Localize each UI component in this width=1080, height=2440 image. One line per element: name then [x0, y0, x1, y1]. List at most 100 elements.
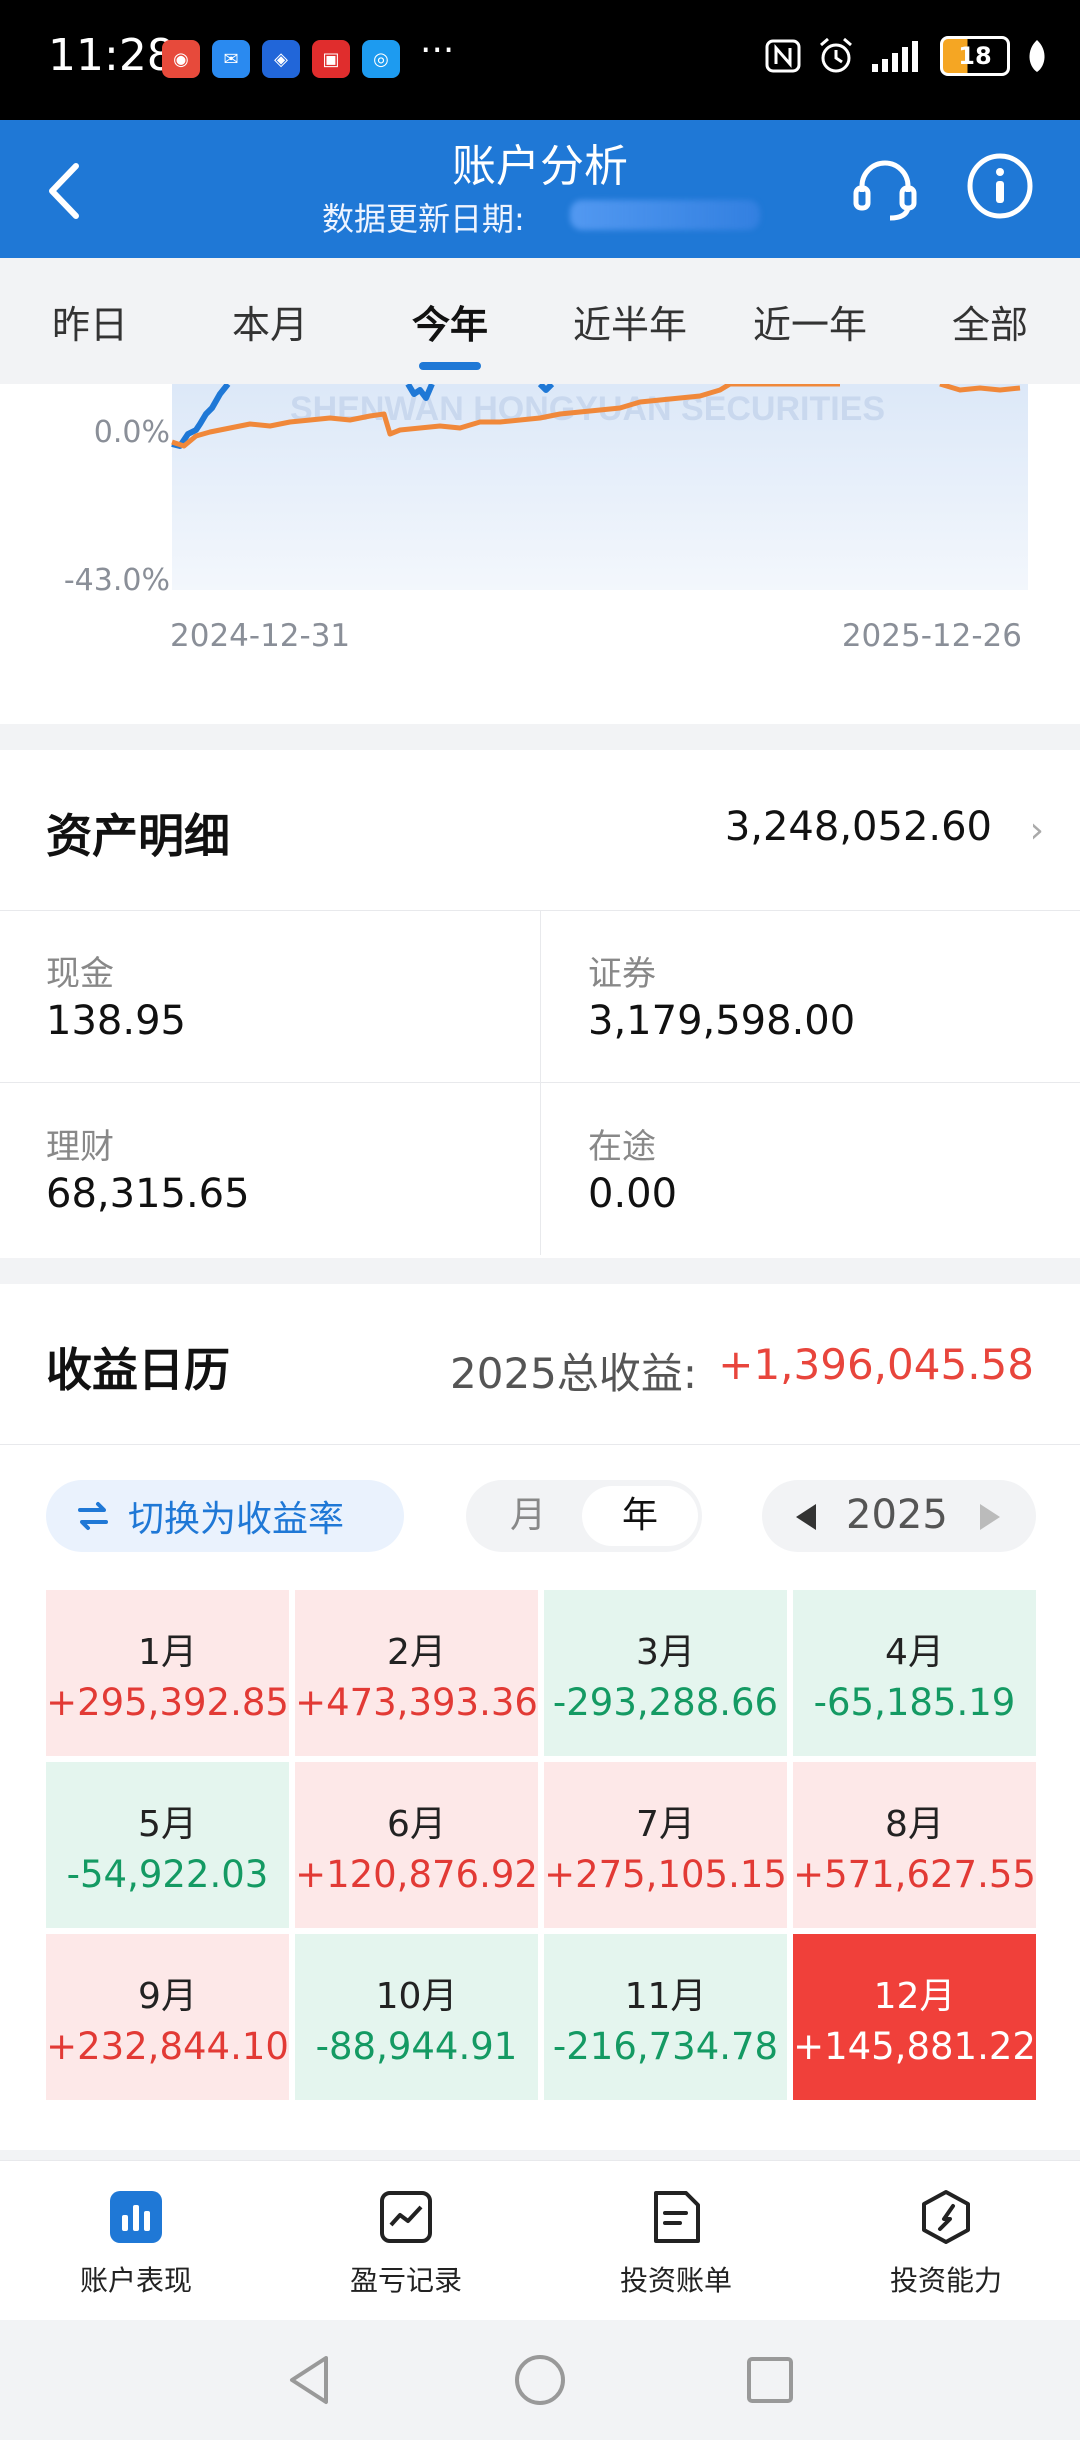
- battery-icon: 18: [940, 36, 1010, 76]
- system-back-icon[interactable]: [280, 2350, 340, 2410]
- bottom-navigation: 账户表现 盈亏记录 投资账单 投资能力: [0, 2160, 1080, 2321]
- toggle-month[interactable]: 月: [470, 1486, 586, 1546]
- news-notification-icon: ▣: [312, 40, 350, 78]
- next-year-icon[interactable]: [980, 1504, 1000, 1530]
- nav-investment-bill[interactable]: 投资账单: [576, 2189, 776, 2299]
- month-name: 2月: [387, 1631, 446, 1673]
- month-name: 9月: [138, 1975, 197, 2017]
- month-cell[interactable]: 2月 +473,393.36: [295, 1590, 538, 1756]
- nav-investment-ability[interactable]: 投资能力: [846, 2189, 1046, 2299]
- month-cell[interactable]: 1月 +295,392.85: [46, 1590, 289, 1756]
- asset-label: 现金: [46, 954, 114, 994]
- nfc-icon: [765, 39, 801, 73]
- nav-account-performance[interactable]: 账户表现: [36, 2189, 236, 2299]
- nav-label: 盈亏记录: [349, 2264, 462, 2297]
- swap-icon: [78, 1502, 108, 1530]
- bar-chart-icon: [110, 2191, 162, 2243]
- app-notification-icon: ◈: [262, 40, 300, 78]
- profit-calendar-header: 收益日历 2025总收益: +1,396,045.58: [0, 1284, 1080, 1445]
- month-cell[interactable]: 7月 +275,105.15: [544, 1762, 787, 1928]
- asset-securities: 证券 3,179,598.00: [540, 910, 1080, 1083]
- nav-label: 账户表现: [79, 2264, 192, 2297]
- annual-profit-value: +1,396,045.58: [718, 1340, 1034, 1389]
- tab-yesterday[interactable]: 昨日: [0, 258, 180, 384]
- monthly-profit-grid: 1月 +295,392.85 2月 +473,393.36 3月 -293,288.66 4…: [46, 1590, 1036, 2110]
- month-cell[interactable]: 12月 +145,881.22: [793, 1934, 1036, 2100]
- system-recents-icon[interactable]: [740, 2350, 800, 2410]
- system-home-icon[interactable]: [510, 2350, 570, 2410]
- tab-half-year[interactable]: 近半年: [540, 258, 720, 384]
- alarm-icon: [820, 37, 852, 73]
- month-name: 1月: [138, 1631, 197, 1673]
- month-profit: +571,627.55: [793, 1852, 1036, 1896]
- switch-to-rate-button[interactable]: 切换为收益率: [46, 1480, 404, 1552]
- signal-icon: [872, 41, 918, 72]
- month-cell[interactable]: 9月 +232,844.10: [46, 1934, 289, 2100]
- more-notifications-icon: ···: [420, 30, 455, 71]
- annual-profit-label: 2025总收益:: [450, 1349, 698, 1398]
- month-profit: +232,844.10: [46, 2024, 289, 2068]
- month-cell[interactable]: 10月 -88,944.91: [295, 1934, 538, 2100]
- month-name: 12月: [873, 1975, 956, 2017]
- x-tick-label-end: 2025-12-26: [842, 618, 1022, 654]
- month-profit: -293,288.66: [552, 1680, 779, 1724]
- month-cell[interactable]: 5月 -54,922.03: [46, 1762, 289, 1928]
- tab-all[interactable]: 全部: [900, 258, 1080, 384]
- asset-label: 在途: [588, 1127, 656, 1167]
- status-indicators: 18: [764, 36, 1050, 76]
- app-notification-icon: ◉: [162, 40, 200, 78]
- selected-year: 2025: [846, 1492, 948, 1538]
- month-profit: -65,185.19: [813, 1680, 1016, 1724]
- compass-icon: [922, 2190, 970, 2244]
- month-cell[interactable]: 3月 -293,288.66: [544, 1590, 787, 1756]
- month-name: 4月: [885, 1631, 944, 1673]
- chevron-right-icon[interactable]: ›: [1030, 810, 1044, 851]
- y-tick-label: 0.0%: [94, 415, 170, 450]
- asset-breakdown: 现金 138.95 证券 3,179,598.00 理财 68,315.65 在…: [0, 910, 1080, 1256]
- month-profit: +295,392.85: [46, 1680, 289, 1724]
- month-cell[interactable]: 6月 +120,876.92: [295, 1762, 538, 1928]
- status-bar: 11:28 ◉ ✉ ◈ ▣ ◎ ··· 18: [0, 0, 1080, 120]
- asset-details-title: 资产明细: [46, 809, 230, 863]
- month-name: 3月: [636, 1631, 695, 1673]
- profit-calendar-title: 收益日历: [46, 1343, 230, 1397]
- month-name: 6月: [387, 1803, 446, 1845]
- status-time: 11:28: [48, 30, 175, 81]
- info-button[interactable]: [966, 152, 1034, 220]
- tab-this-month[interactable]: 本月: [180, 258, 360, 384]
- month-name: 10月: [375, 1975, 458, 2017]
- update-date-label: 数据更新日期:: [322, 200, 525, 238]
- month-name: 11月: [624, 1975, 707, 2017]
- month-cell[interactable]: 11月 -216,734.78: [544, 1934, 787, 2100]
- message-notification-icon: ✉: [212, 40, 250, 78]
- profit-calendar-card: 收益日历 2025总收益: +1,396,045.58 切换为收益率 月 年 2…: [0, 1284, 1080, 2150]
- tab-this-year[interactable]: 今年: [360, 258, 540, 384]
- month-cell[interactable]: 4月 -65,185.19: [793, 1590, 1036, 1756]
- line-chart-icon: [380, 2191, 432, 2243]
- month-profit: -54,922.03: [66, 1852, 269, 1896]
- switch-label: 切换为收益率: [128, 1499, 345, 1540]
- month-name: 5月: [138, 1803, 197, 1845]
- nav-profit-records[interactable]: 盈亏记录: [306, 2189, 506, 2299]
- customer-service-button[interactable]: [850, 154, 920, 224]
- month-cell[interactable]: 8月 +571,627.55: [793, 1762, 1036, 1928]
- asset-label: 证券: [588, 954, 656, 994]
- year-picker: 2025: [762, 1480, 1036, 1552]
- asset-details-card: 资产明细 3,248,052.60 › 现金 138.95 证券 3,179,5…: [0, 750, 1080, 1258]
- system-navigation-bar: [0, 2320, 1080, 2440]
- toggle-year[interactable]: 年: [582, 1486, 698, 1546]
- month-profit: +275,105.15: [544, 1852, 787, 1896]
- asset-value: 3,179,598.00: [588, 998, 856, 1044]
- month-profit: +120,876.92: [295, 1852, 538, 1896]
- asset-wealth: 理财 68,315.65: [0, 1083, 541, 1255]
- asset-value: 0.00: [588, 1171, 678, 1217]
- return-chart-svg: SHENWAN HONGYUAN SECURITIES 0.0% -43.0% …: [64, 384, 1028, 654]
- asset-details-header[interactable]: 资产明细 3,248,052.60 ›: [0, 750, 1080, 911]
- month-profit: -216,734.78: [552, 2024, 779, 2068]
- tab-one-year[interactable]: 近一年: [720, 258, 900, 384]
- return-chart[interactable]: SHENWAN HONGYUAN SECURITIES 0.0% -43.0% …: [0, 384, 1080, 724]
- nav-label: 投资能力: [889, 2264, 1002, 2297]
- asset-label: 理财: [46, 1127, 114, 1167]
- previous-year-icon[interactable]: [796, 1504, 816, 1530]
- asset-value: 68,315.65: [46, 1171, 250, 1217]
